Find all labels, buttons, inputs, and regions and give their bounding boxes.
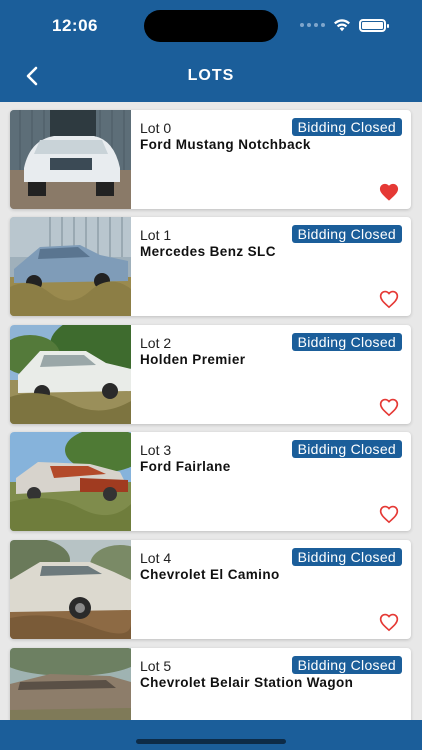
car-photo — [10, 648, 131, 720]
status-badge: Bidding Closed — [291, 440, 402, 458]
lot-number: Lot 1 — [140, 227, 172, 243]
app-header: 12:06 LOTS — [0, 0, 422, 102]
lot-number: Lot 4 — [140, 550, 172, 566]
lot-card[interactable]: Lot 4 Chevrolet El Camino Bidding Closed — [10, 540, 411, 639]
home-indicator[interactable] — [136, 739, 286, 744]
lot-number: Lot 0 — [140, 120, 172, 136]
status-time: 12:06 — [52, 16, 98, 35]
lot-number: Lot 2 — [140, 335, 172, 351]
lot-title: Chevrolet Belair Station Wagon — [140, 675, 354, 690]
status-icons — [300, 16, 389, 34]
dynamic-island — [144, 10, 278, 42]
status-badge: Bidding Closed — [291, 225, 402, 243]
lot-title: Chevrolet El Camino — [140, 567, 280, 582]
status-badge: Bidding Closed — [291, 333, 402, 351]
lot-number: Lot 5 — [140, 658, 172, 674]
car-photo — [10, 217, 131, 316]
battery-icon — [359, 18, 389, 32]
lot-number: Lot 3 — [140, 442, 172, 458]
cellular-signal-icon — [300, 23, 325, 27]
lot-title: Mercedes Benz SLC — [140, 244, 276, 259]
car-photo — [10, 432, 131, 531]
lot-title: Ford Fairlane — [140, 459, 231, 474]
heart-outline-icon[interactable] — [378, 397, 400, 417]
status-badge: Bidding Closed — [291, 548, 402, 566]
car-photo — [10, 540, 131, 639]
lot-card[interactable]: Lot 2 Holden Premier Bidding Closed — [10, 325, 411, 424]
lot-title: Ford Mustang Notchback — [140, 137, 311, 152]
wifi-icon — [334, 19, 350, 32]
lot-card[interactable]: Lot 1 Mercedes Benz SLC Bidding Closed — [10, 217, 411, 316]
heart-outline-icon[interactable] — [378, 612, 400, 632]
lot-card[interactable]: Lot 3 Ford Fairlane Bidding Closed — [10, 432, 411, 531]
heart-outline-icon[interactable] — [378, 289, 400, 309]
page-title: LOTS — [187, 67, 235, 84]
status-badge: Bidding Closed — [291, 118, 402, 136]
heart-outline-icon[interactable] — [378, 504, 400, 524]
car-photo — [10, 110, 131, 209]
heart-filled-icon[interactable] — [378, 182, 400, 202]
lot-card[interactable]: Lot 0 Ford Mustang Notchback Bidding Clo… — [10, 110, 411, 209]
bottom-bar — [0, 720, 422, 750]
car-photo — [10, 325, 131, 424]
lot-title: Holden Premier — [140, 352, 246, 367]
lot-card[interactable]: Lot 5 Chevrolet Belair Station Wagon Bid… — [10, 648, 411, 720]
status-badge: Bidding Closed — [291, 656, 402, 674]
lots-list[interactable]: Lot 0 Ford Mustang Notchback Bidding Clo… — [0, 102, 422, 720]
